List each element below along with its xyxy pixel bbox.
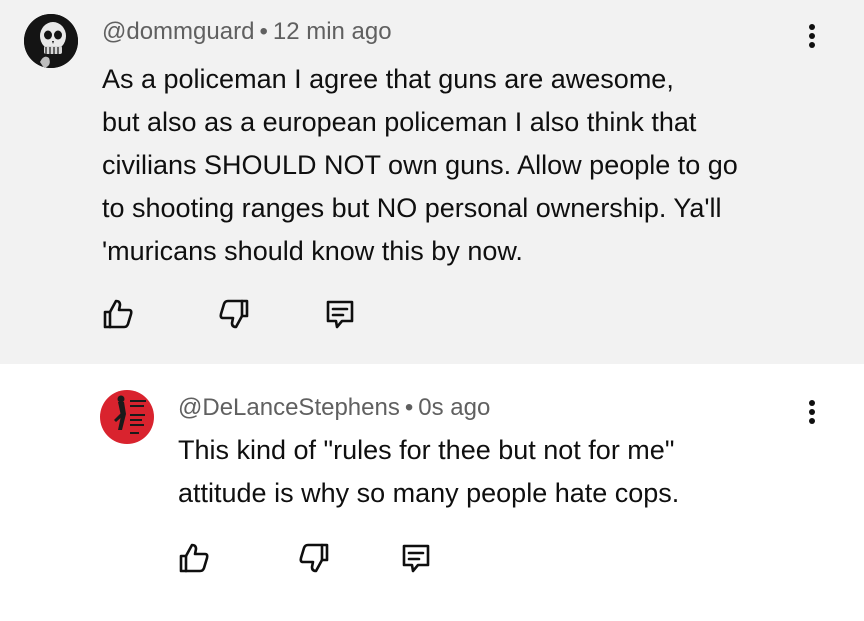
comment-highlighted: @dommguard • 12 min ago As a policeman I a… xyxy=(0,0,864,364)
comment-meta: @DeLanceStephens • 0s ago xyxy=(178,394,490,422)
like-icon xyxy=(103,299,133,329)
dislike-icon xyxy=(299,543,329,573)
comment-line: but also as a european policeman I also … xyxy=(102,107,697,137)
more-options-icon[interactable] xyxy=(806,400,818,434)
comment-text: This kind of "rules for thee but not for… xyxy=(178,429,818,515)
comment-text: As a policeman I agree that guns are awe… xyxy=(102,58,822,273)
dislike-button[interactable] xyxy=(216,296,252,332)
like-icon xyxy=(179,543,209,573)
like-button[interactable] xyxy=(176,540,212,576)
timestamp: 0s ago xyxy=(418,394,491,421)
red-poster-avatar-icon xyxy=(100,390,154,444)
reply-icon xyxy=(402,544,430,573)
dislike-icon xyxy=(219,299,249,329)
comment-meta: @dommguard • 12 min ago xyxy=(102,18,392,46)
skull-avatar-icon xyxy=(24,14,78,68)
comment-line: This kind of "rules for thee but not for… xyxy=(178,435,675,465)
comment-line: As a policeman I agree that guns are awe… xyxy=(102,64,674,94)
reply-icon xyxy=(326,300,354,329)
comment-line: civilians SHOULD NOT own guns. Allow peo… xyxy=(102,150,738,180)
username[interactable]: @dommguard xyxy=(102,18,254,45)
avatar[interactable] xyxy=(100,390,154,444)
more-options-icon[interactable] xyxy=(806,24,818,58)
comment-line: attitude is why so many people hate cops… xyxy=(178,478,680,508)
like-button[interactable] xyxy=(100,296,136,332)
comment-line: 'muricans should know this by now. xyxy=(102,236,523,266)
avatar[interactable] xyxy=(24,14,78,68)
meta-separator: • xyxy=(404,394,414,421)
meta-separator: • xyxy=(259,18,268,45)
reply-button[interactable] xyxy=(398,540,434,576)
reply-button[interactable] xyxy=(322,296,358,332)
timestamp: 12 min ago xyxy=(272,18,392,45)
username[interactable]: @DeLanceStephens xyxy=(178,394,400,421)
dislike-button[interactable] xyxy=(296,540,332,576)
comment-line: to shooting ranges but NO personal owner… xyxy=(102,193,722,223)
